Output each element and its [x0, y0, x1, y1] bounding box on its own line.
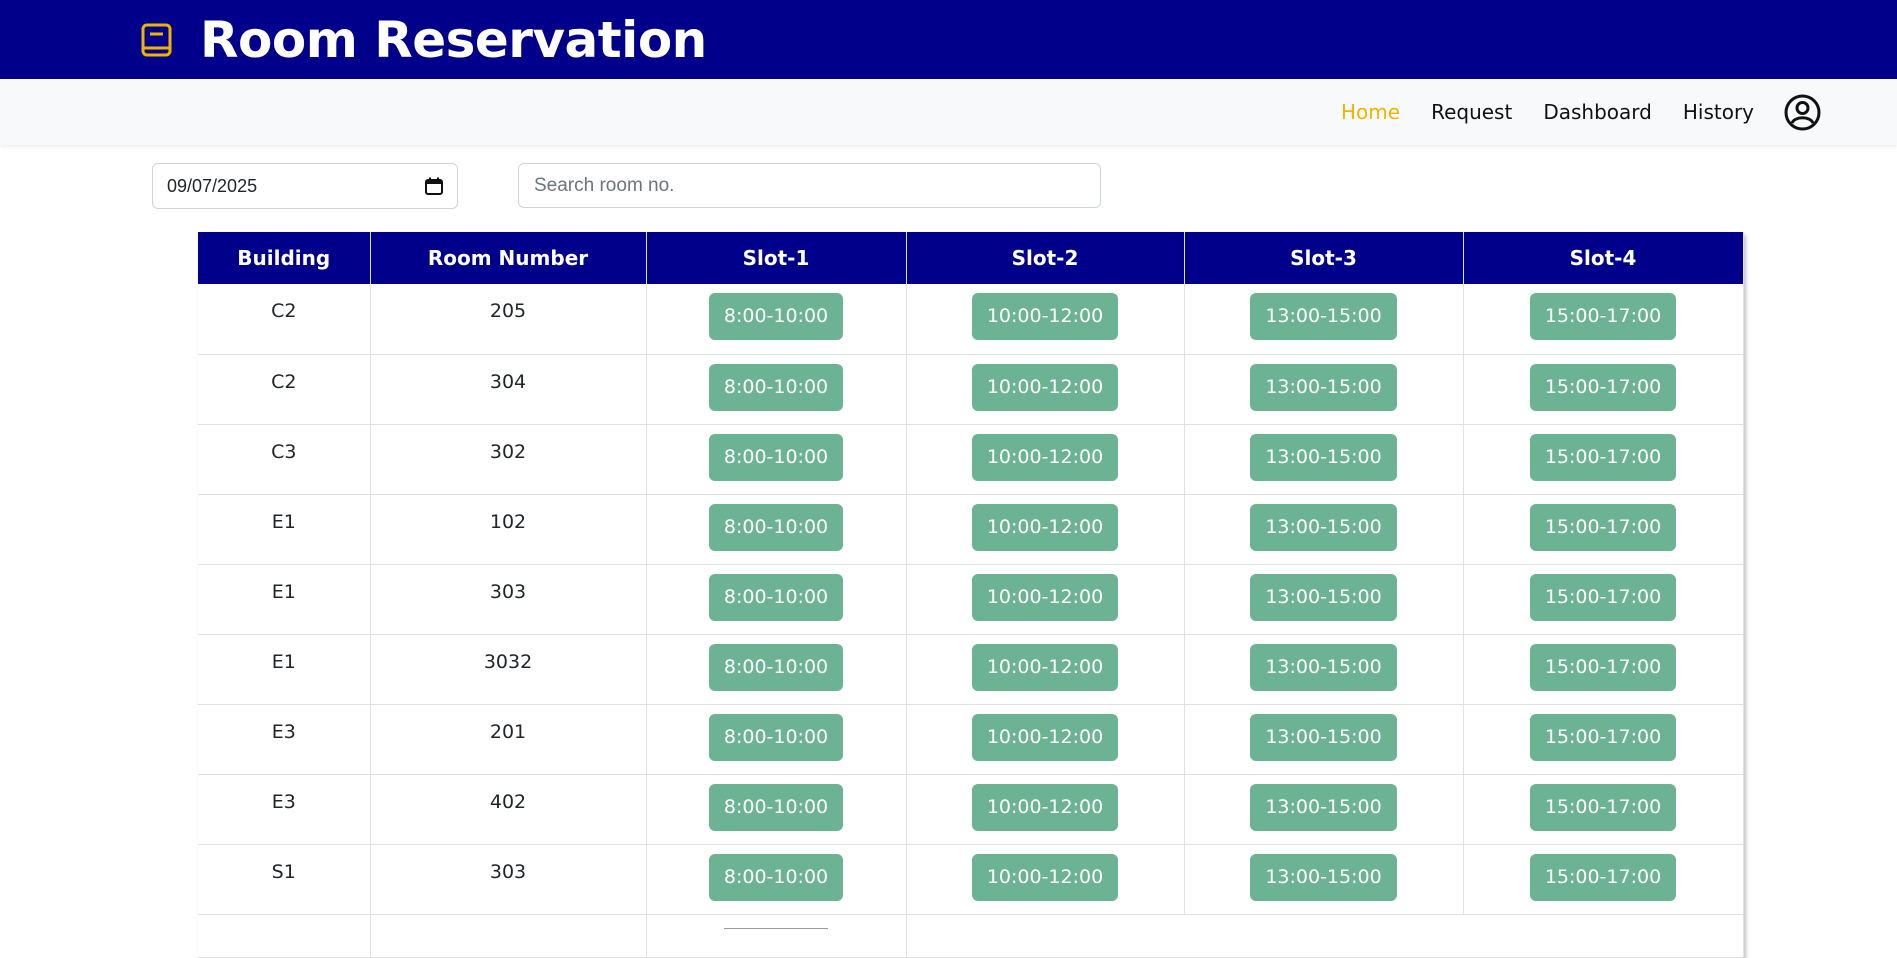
slot-button[interactable]: 10:00-12:00	[971, 853, 1119, 901]
slot-button[interactable]: 13:00-15:00	[1250, 433, 1397, 481]
slot-button[interactable]: 10:00-12:00	[971, 433, 1119, 481]
table-row: E3 402 8:00-10:00 10:00-12:00 13:00-15:0…	[198, 774, 1744, 845]
partial-slot-stub	[724, 927, 828, 933]
slot-button[interactable]: 10:00-12:00	[971, 783, 1119, 831]
nav-request[interactable]: Request	[1431, 100, 1512, 124]
table-row: E1 102 8:00-10:00 10:00-12:00 13:00-15:0…	[198, 494, 1744, 565]
slot-button[interactable]: 13:00-15:00	[1250, 713, 1397, 761]
slot-button[interactable]: 13:00-15:00	[1250, 853, 1397, 901]
nav-home[interactable]: Home	[1341, 100, 1400, 124]
slot-button[interactable]: 15:00-17:00	[1529, 503, 1677, 551]
nav-history[interactable]: History	[1683, 100, 1754, 124]
building-cell: E1	[198, 494, 371, 565]
slot-button[interactable]: 10:00-12:00	[971, 573, 1119, 621]
table-row: C2 304 8:00-10:00 10:00-12:00 13:00-15:0…	[198, 354, 1744, 425]
slot-button[interactable]: 10:00-12:00	[971, 503, 1119, 551]
slot-button[interactable]: 10:00-12:00	[971, 713, 1119, 761]
building-cell: E1	[198, 564, 371, 635]
app-header: Room Reservation	[0, 0, 1897, 79]
room-cell: 302	[370, 424, 647, 495]
slot-button[interactable]: 8:00-10:00	[708, 783, 844, 831]
filters: 09/07/2025	[0, 145, 1897, 232]
reservation-table: Building Room Number Slot-1 Slot-2 Slot-…	[198, 232, 1744, 958]
slot-button[interactable]: 15:00-17:00	[1529, 433, 1677, 481]
col-room-number: Room Number	[370, 232, 647, 284]
nav-links: Home Request Dashboard History	[1310, 79, 1821, 145]
table-row: E1 3032 8:00-10:00 10:00-12:00 13:00-15:…	[198, 634, 1744, 705]
slot-button[interactable]: 15:00-17:00	[1529, 783, 1677, 831]
building-cell: C2	[198, 284, 371, 355]
slot-button[interactable]: 8:00-10:00	[708, 573, 844, 621]
building-cell: E1	[198, 634, 371, 705]
col-slot-1: Slot-1	[646, 232, 907, 284]
table-row: E3 201 8:00-10:00 10:00-12:00 13:00-15:0…	[198, 704, 1744, 775]
slot-button[interactable]: 13:00-15:00	[1250, 783, 1397, 831]
room-cell: 3032	[370, 634, 647, 705]
room-cell: 402	[370, 774, 647, 845]
room-cell: 303	[370, 564, 647, 635]
slot-button[interactable]: 13:00-15:00	[1250, 363, 1397, 411]
navbar: Home Request Dashboard History	[0, 79, 1897, 145]
room-cell: 304	[370, 354, 647, 425]
date-picker[interactable]: 09/07/2025	[152, 163, 458, 209]
table-header-row: Building Room Number Slot-1 Slot-2 Slot-…	[198, 232, 1744, 284]
slot-button[interactable]: 15:00-17:00	[1529, 643, 1677, 691]
room-cell: 102	[370, 494, 647, 565]
slot-button[interactable]: 13:00-15:00	[1250, 293, 1397, 340]
slot-button[interactable]: 15:00-17:00	[1529, 573, 1677, 621]
slot-button[interactable]: 8:00-10:00	[708, 643, 844, 691]
slot-button[interactable]: 15:00-17:00	[1529, 713, 1677, 761]
table-body: C2 205 8:00-10:00 10:00-12:00 13:00-15:0…	[198, 284, 1744, 958]
user-circle-icon[interactable]	[1784, 94, 1821, 131]
date-value: 09/07/2025	[167, 175, 258, 196]
slot-button[interactable]: 13:00-15:00	[1250, 643, 1397, 691]
slot-button[interactable]: 8:00-10:00	[708, 433, 844, 481]
slot-button[interactable]: 8:00-10:00	[708, 363, 844, 411]
table-row: S1 303 8:00-10:00 10:00-12:00 13:00-15:0…	[198, 844, 1744, 915]
col-building: Building	[198, 232, 371, 284]
table-row: C3 302 8:00-10:00 10:00-12:00 13:00-15:0…	[198, 424, 1744, 495]
table-row-partial	[198, 914, 1744, 958]
building-cell: E3	[198, 774, 371, 845]
col-slot-3: Slot-3	[1184, 232, 1464, 284]
slot-button[interactable]: 8:00-10:00	[708, 503, 844, 551]
book-icon	[141, 23, 172, 57]
room-cell: 303	[370, 844, 647, 915]
calendar-icon[interactable]	[425, 177, 443, 195]
nav-dashboard[interactable]: Dashboard	[1543, 100, 1652, 124]
search-room-input[interactable]	[518, 163, 1101, 208]
slot-button[interactable]: 13:00-15:00	[1250, 503, 1397, 551]
building-cell: E3	[198, 704, 371, 775]
building-cell: S1	[198, 844, 371, 915]
app-title: Room Reservation	[200, 11, 707, 69]
building-cell: C3	[198, 424, 371, 495]
slot-button[interactable]: 10:00-12:00	[971, 363, 1119, 411]
room-cell: 205	[370, 284, 647, 355]
slot-button[interactable]: 15:00-17:00	[1529, 293, 1677, 340]
room-cell: 201	[370, 704, 647, 775]
slot-button[interactable]: 13:00-15:00	[1250, 573, 1397, 621]
slot-button[interactable]: 10:00-12:00	[971, 293, 1119, 340]
col-slot-4: Slot-4	[1463, 232, 1744, 284]
col-slot-2: Slot-2	[906, 232, 1185, 284]
table-row: E1 303 8:00-10:00 10:00-12:00 13:00-15:0…	[198, 564, 1744, 635]
slot-button[interactable]: 8:00-10:00	[708, 853, 844, 901]
slot-button[interactable]: 15:00-17:00	[1529, 853, 1677, 901]
slot-button[interactable]: 15:00-17:00	[1529, 363, 1677, 411]
table-row: C2 205 8:00-10:00 10:00-12:00 13:00-15:0…	[198, 284, 1744, 355]
building-cell: C2	[198, 354, 371, 425]
slot-button[interactable]: 10:00-12:00	[971, 643, 1119, 691]
slot-button[interactable]: 8:00-10:00	[708, 713, 844, 761]
slot-button[interactable]: 8:00-10:00	[708, 293, 844, 340]
